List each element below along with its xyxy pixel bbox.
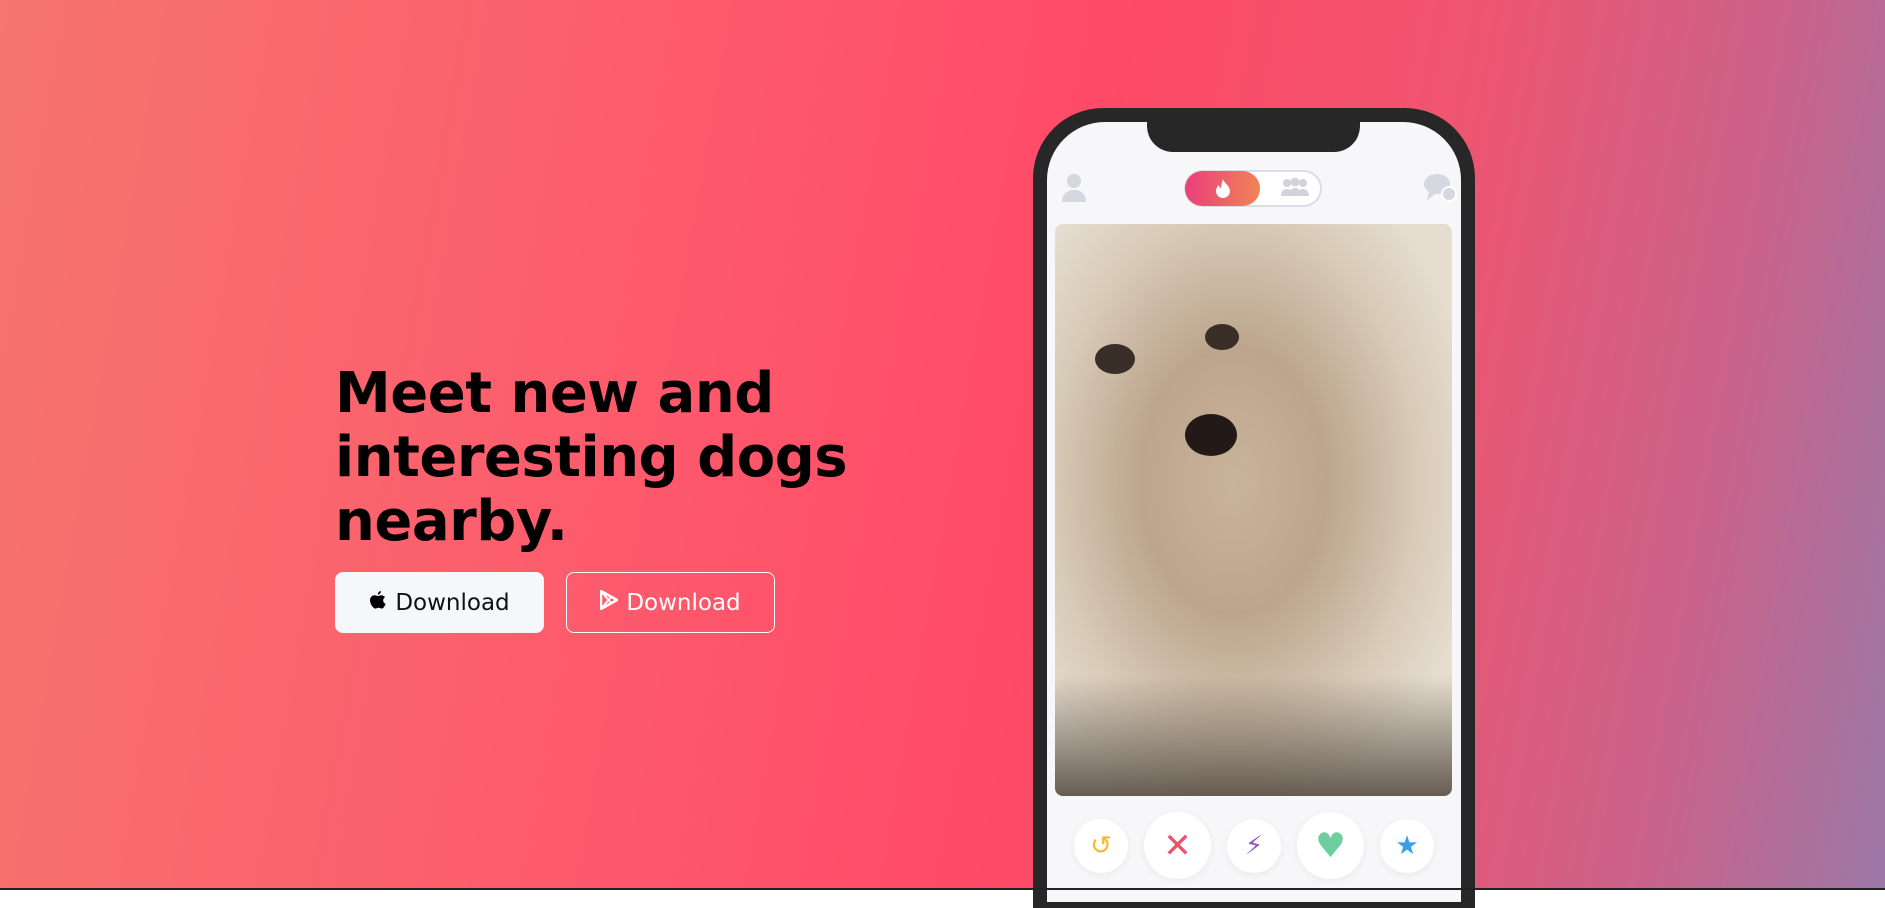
dog-nose <box>1185 414 1237 456</box>
flame-icon[interactable] <box>1185 171 1260 206</box>
boost-button[interactable]: ⚡ <box>1227 818 1281 873</box>
headline: Meet new and interesting dogs nearby. <box>335 361 848 554</box>
google-play-download-button[interactable]: Download <box>566 572 775 633</box>
messages-icon[interactable] <box>1423 172 1457 212</box>
action-bar: ↺ ✕ ⚡ ♥ ★ <box>1047 812 1461 879</box>
dog-eye <box>1095 344 1135 374</box>
dog-profile-photo[interactable] <box>1055 224 1452 796</box>
apple-icon <box>369 589 387 617</box>
lightning-icon: ⚡ <box>1244 830 1264 861</box>
nope-button[interactable]: ✕ <box>1144 812 1211 879</box>
google-play-download-label: Download <box>626 589 741 616</box>
phone-notch <box>1147 122 1360 152</box>
rewind-button[interactable]: ↺ <box>1074 818 1128 873</box>
hero-section: Meet new and interesting dogs nearby. Do… <box>0 0 1885 908</box>
close-icon: ✕ <box>1163 825 1192 866</box>
phone-mockup: ↺ ✕ ⚡ ♥ ★ <box>1033 108 1475 908</box>
super-like-button[interactable]: ★ <box>1380 818 1434 873</box>
rewind-icon: ↺ <box>1090 830 1112 861</box>
star-icon: ★ <box>1395 830 1419 861</box>
phone-screen: ↺ ✕ ⚡ ♥ ★ <box>1047 122 1461 902</box>
like-button[interactable]: ♥ <box>1297 812 1364 879</box>
heart-icon: ♥ <box>1315 825 1346 866</box>
mode-toggle[interactable] <box>1184 170 1322 207</box>
group-icon[interactable] <box>1280 176 1310 203</box>
app-store-download-label: Download <box>395 589 510 616</box>
dog-eye <box>1205 324 1239 350</box>
app-store-download-button[interactable]: Download <box>335 572 544 633</box>
profile-icon[interactable] <box>1061 172 1087 210</box>
divider <box>0 888 1885 890</box>
play-store-icon <box>600 589 619 616</box>
